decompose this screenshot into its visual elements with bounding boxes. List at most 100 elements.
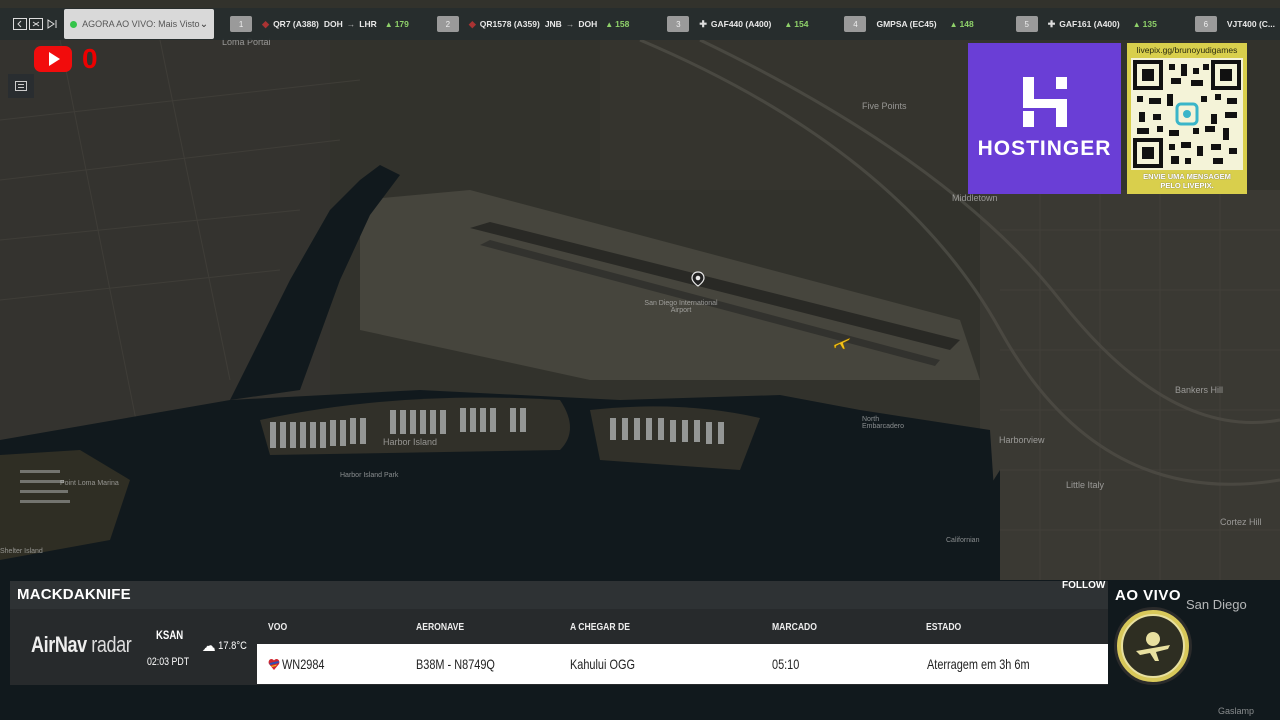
top-flight-chip[interactable]: 6 VJT400 (C... xyxy=(1194,8,1280,40)
flight-rank: 5 xyxy=(1015,16,1038,32)
live-feed-select[interactable]: AGORA AO VIVO: Mais Vistos ⌄ xyxy=(64,9,215,39)
youtube-icon[interactable] xyxy=(34,46,72,72)
flight-from: JNB xyxy=(544,19,562,29)
temperature: 17.8°C xyxy=(218,640,247,652)
follow-button[interactable]: FOLLOW xyxy=(1062,580,1105,591)
info-panel: AirNav radar KSAN 02:03 PDT ☁ 17.8°C VOO… xyxy=(10,609,1108,685)
viewer-count: ▲ 179 xyxy=(385,19,409,29)
flight-rank: 2 xyxy=(436,16,459,32)
viewers-icon: ▲ xyxy=(784,20,793,29)
hostinger-logo-icon xyxy=(1022,76,1067,127)
map-label: Harbor Island xyxy=(383,437,438,447)
table-row[interactable]: WN2984 B38M - N8749Q Kahului OGG 05:10 A… xyxy=(257,644,1108,684)
header-status: ESTADO xyxy=(926,621,962,633)
header-flight: VOO xyxy=(268,621,288,633)
viewer-count-value: 158 xyxy=(615,19,630,29)
flight-table: VOO AERONAVE A CHEGAR DE MARCADO ESTADO … xyxy=(256,609,1108,685)
flight-number: WN2984 xyxy=(282,656,325,672)
top-flight-chip[interactable]: 2 ◆ QR1578 (A359) JNB → DOH ▲ 158 xyxy=(436,8,629,40)
collapse-left-icon[interactable] xyxy=(12,8,28,40)
callsign: MACKDAKNIFE xyxy=(17,586,131,603)
viewers-icon: ▲ xyxy=(949,20,958,29)
top-flight-chip[interactable]: 1 ◆ QR7 (A388) DOH → LHR ▲ 179 xyxy=(230,8,409,40)
map-label: Bankers Hill xyxy=(1175,385,1224,395)
skip-next-icon[interactable] xyxy=(44,8,60,40)
header-scheduled: MARCADO xyxy=(772,621,817,633)
flight-code: QR1578 (A359) xyxy=(479,19,540,29)
map-label: Gaslamp xyxy=(1218,706,1255,716)
brand-rest: radar xyxy=(91,632,132,657)
cloud-sun-icon: ☁ xyxy=(202,638,216,655)
airport-code: KSAN xyxy=(156,628,184,642)
scheduled-time: 05:10 xyxy=(772,656,800,672)
military-aircraft-icon: ✚ xyxy=(699,18,707,29)
flight-rank: 3 xyxy=(667,16,690,32)
southwest-heart-icon xyxy=(268,659,280,670)
flight-code: QR7 (A388) xyxy=(273,19,319,29)
aircraft-icon[interactable] xyxy=(832,333,852,351)
hostinger-sponsor-panel[interactable]: HOSTINGER xyxy=(968,43,1121,194)
flight-to: DOH xyxy=(578,19,598,29)
live-dot-icon xyxy=(70,20,78,28)
aircraft-reg: B38M - N8749Q xyxy=(416,656,495,672)
map-label: San Diego xyxy=(1186,597,1247,612)
map-label: Californian xyxy=(946,537,980,544)
map-label: Shelter Island xyxy=(0,548,43,555)
youtube-counter: 0 xyxy=(82,43,98,74)
flight-rank: 6 xyxy=(1194,16,1217,32)
flight-code: GAF161 (A400) xyxy=(1059,19,1120,29)
viewers-icon: ▲ xyxy=(384,20,393,29)
live-feed-label: AGORA AO VIVO: Mais Vistos xyxy=(82,19,200,29)
brand-bold: AirNav xyxy=(31,632,87,657)
map-label: Little Italy xyxy=(1066,480,1105,490)
arrow-right-icon: → xyxy=(346,19,356,29)
qr-code-icon xyxy=(1131,58,1243,170)
channel-badge-icon xyxy=(1114,607,1192,685)
flight-code: GAF440 (A400) xyxy=(710,19,772,29)
live-label: AO VIVO xyxy=(1115,587,1182,604)
top-flight-chip[interactable]: 4 GMPSA (EC45) ▲ 148 xyxy=(844,8,974,40)
viewers-icon: ▲ xyxy=(1132,20,1141,29)
viewers-icon: ▲ xyxy=(605,20,614,29)
viewer-count-value: 154 xyxy=(794,19,809,29)
viewer-count-value: 135 xyxy=(1142,19,1157,29)
list-icon[interactable] xyxy=(8,74,34,98)
flight-code: GMPSA (EC45) xyxy=(876,19,937,29)
airline-icon: ◆ xyxy=(262,18,270,29)
map-label: San Diego International Airport xyxy=(644,300,718,314)
header-aircraft: AERONAVE xyxy=(416,621,465,633)
viewer-count: ▲ 158 xyxy=(605,19,629,29)
hostinger-name: HOSTINGER xyxy=(977,136,1112,160)
viewer-count: ▲ 135 xyxy=(1133,19,1157,29)
flight-info-panel: MACKDAKNIFE AirNav radar KSAN 02:03 PDT … xyxy=(10,581,1108,685)
livepix-sponsor-panel[interactable]: livepix.gg/brunoyudigames ENVIE UMA MENS… xyxy=(1127,43,1247,194)
map-label: Five Points xyxy=(862,101,907,111)
map-label: Harbor Island Park xyxy=(340,472,399,479)
top-flight-chip[interactable]: 3 ✚ GAF440 (A400) ▲ 154 xyxy=(667,8,808,40)
military-aircraft-icon: ✚ xyxy=(1047,18,1056,29)
flight-rank: 4 xyxy=(844,16,867,32)
flight-code: VJT400 (C... xyxy=(1226,19,1276,29)
airnav-radar-logo: AirNav radar xyxy=(31,632,132,658)
flight-to: LHR xyxy=(359,19,377,29)
flight-status: Aterragem em 3h 6m xyxy=(927,656,1030,672)
viewer-count-value: 148 xyxy=(959,19,974,29)
airline-icon: ◆ xyxy=(468,18,476,29)
weather: ☁ 17.8°C xyxy=(202,636,247,656)
livepix-url: livepix.gg/brunoyudigames xyxy=(1136,45,1238,55)
map-label: North Embarcadero xyxy=(862,416,905,430)
callsign-bar: MACKDAKNIFE xyxy=(10,581,1108,609)
livepix-message-line-2: PELO LIVEPIX. xyxy=(1160,181,1214,190)
airport-pin-icon[interactable] xyxy=(691,271,705,287)
flight-rank: 1 xyxy=(230,16,253,32)
expand-icon[interactable] xyxy=(28,8,44,40)
origin-airport: Kahului OGG xyxy=(570,656,635,672)
map-label: Cortez Hill xyxy=(1220,517,1262,527)
map-label: Harborview xyxy=(999,435,1045,445)
header-origin: A CHEGAR DE xyxy=(570,621,630,633)
top-bar: AGORA AO VIVO: Mais Vistos ⌄ 1 ◆ QR7 (A3… xyxy=(0,8,1280,40)
top-flight-chip[interactable]: 5 ✚ GAF161 (A400) ▲ 135 xyxy=(1015,8,1157,40)
local-time: 02:03 PDT xyxy=(147,656,190,668)
map-label: Middletown xyxy=(952,193,998,203)
viewer-count-value: 179 xyxy=(394,19,409,29)
